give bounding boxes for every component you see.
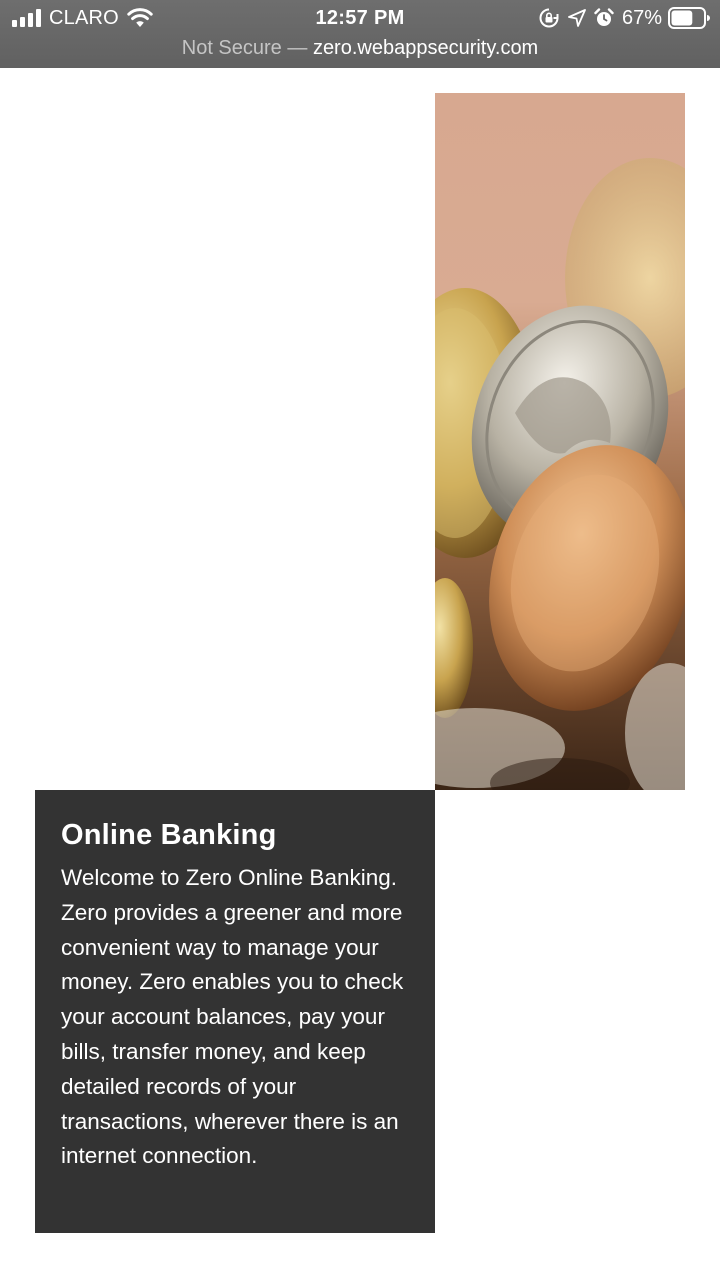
panel-title: Online Banking <box>61 819 277 851</box>
panel-description: Welcome to Zero Online Banking. Zero pro… <box>61 865 404 1169</box>
security-warning: Not Secure <box>181 37 282 59</box>
battery-percentage: 67% <box>621 6 662 29</box>
online-banking-panel: Online Banking Welcome to Zero Online Ba… <box>35 790 435 1233</box>
orientation-lock-icon <box>539 8 559 28</box>
battery-icon <box>668 7 710 29</box>
site-domain: zero.webappsecurity.com <box>312 37 539 59</box>
location-icon <box>568 9 586 27</box>
coins-image <box>435 93 685 790</box>
alarm-icon <box>594 8 614 26</box>
browser-top-bar: CLARO 12:57 PM 67% Not Secure — zero.web… <box>0 0 720 68</box>
status-icons: 67% <box>538 6 710 30</box>
address-separator: — <box>287 37 308 59</box>
status-bar: CLARO 12:57 PM 67% <box>0 0 720 36</box>
address-bar[interactable]: Not Secure — zero.webappsecurity.com <box>0 34 720 62</box>
